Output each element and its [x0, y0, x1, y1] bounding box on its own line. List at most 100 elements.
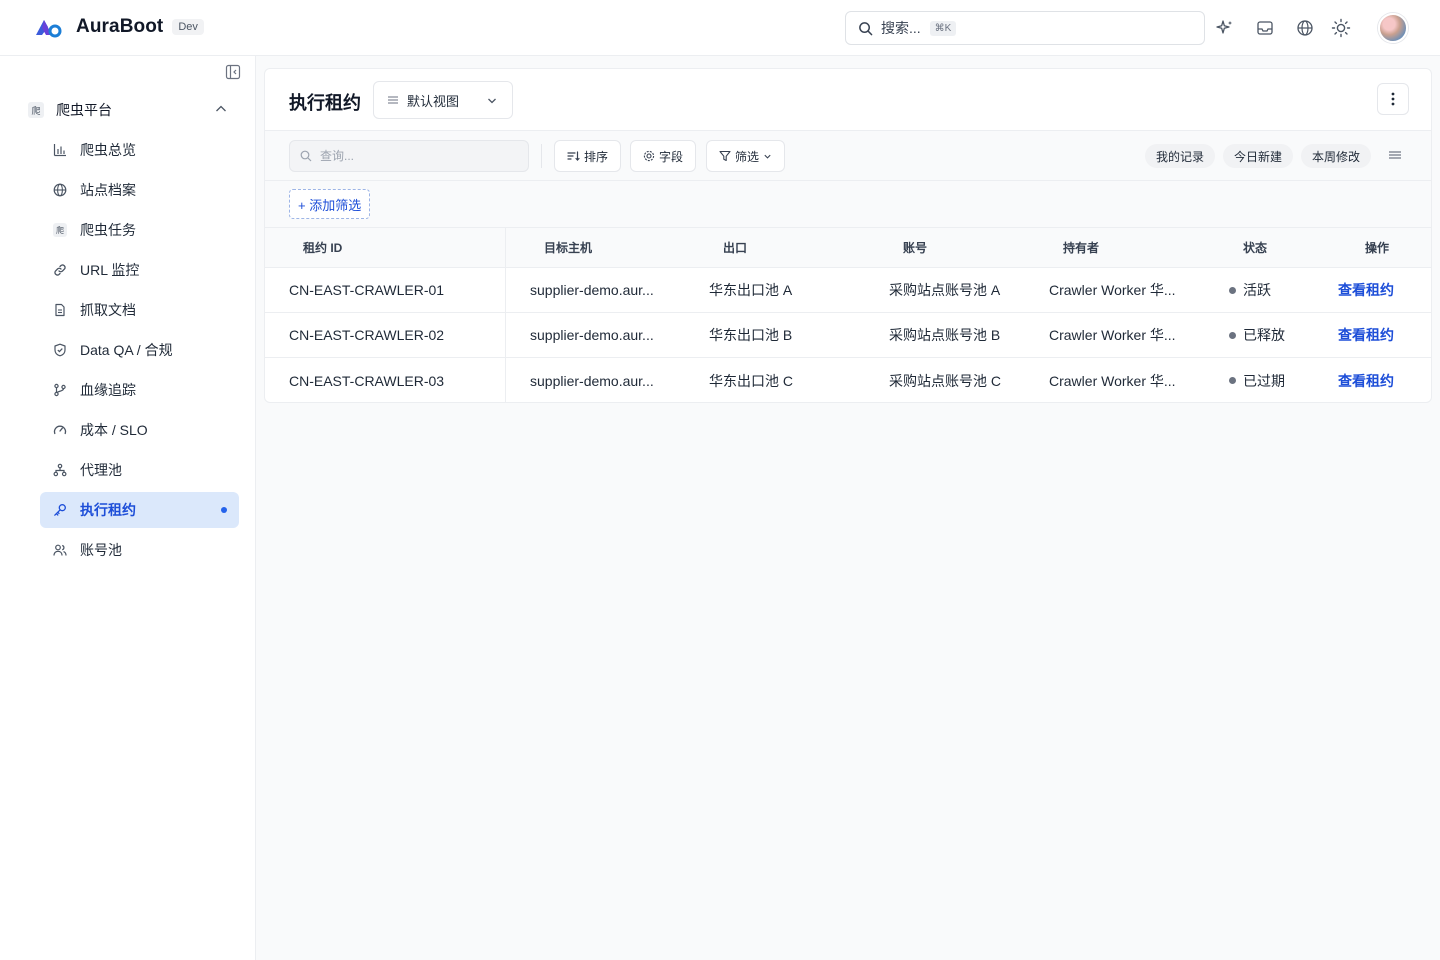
- sidebar-item-url-monitor[interactable]: URL 监控: [40, 252, 239, 288]
- filter-button[interactable]: 筛选: [706, 140, 786, 172]
- link-icon: [53, 263, 67, 277]
- lease-id-cell: CN-EAST-CRAWLER-02: [289, 327, 445, 343]
- table-row[interactable]: CN-EAST-CRAWLER-01 supplier-demo.aur... …: [265, 268, 1431, 313]
- gear-icon: [643, 150, 655, 162]
- crawler-badge-icon: 爬: [53, 223, 67, 237]
- sidebar-item-site-profiles[interactable]: 站点档案: [40, 172, 239, 208]
- filter-label: 筛选: [735, 149, 760, 164]
- sidebar-item-execution-leases[interactable]: 执行租约: [40, 492, 239, 528]
- view-lease-link[interactable]: 查看租约: [1338, 268, 1394, 312]
- ai-sparkle-button[interactable]: [1214, 17, 1236, 39]
- sidebar-item-label: 爬虫任务: [80, 222, 136, 238]
- column-divider: [505, 228, 506, 267]
- sidebar-item-label: 血缘追踪: [80, 382, 136, 398]
- view-selector[interactable]: 默认视图: [373, 81, 513, 119]
- document-icon: [53, 303, 67, 317]
- sort-button[interactable]: 排序: [554, 140, 622, 172]
- filter-icon: [719, 150, 731, 162]
- user-avatar[interactable]: [1378, 13, 1408, 43]
- sidebar-item-label: 执行租约: [80, 502, 136, 518]
- search-label: 搜索...: [881, 20, 921, 36]
- column-header-egress[interactable]: 出口: [723, 228, 747, 267]
- leases-table: 租约 ID 目标主机 出口 账号 持有者 状态 操作 CN-EAST-CRAWL…: [265, 228, 1431, 402]
- holder-cell: Crawler Worker 华...: [1049, 282, 1176, 298]
- globe-icon: [1297, 20, 1313, 36]
- status-label: 已过期: [1243, 372, 1285, 389]
- sidebar-item-lineage[interactable]: 血缘追踪: [40, 372, 239, 408]
- theme-toggle-button[interactable]: [1330, 17, 1352, 39]
- sidebar-item-label: 成本 / SLO: [80, 422, 148, 438]
- egress-cell: 华东出口池 A: [709, 282, 793, 298]
- sparkle-icon: [1216, 20, 1232, 34]
- git-branch-icon: [53, 383, 67, 397]
- lease-id-cell: CN-EAST-CRAWLER-01: [289, 282, 445, 298]
- list-icon: [388, 96, 398, 104]
- sidebar-collapse-button[interactable]: [225, 64, 241, 80]
- sidebar-item-cost-slo[interactable]: 成本 / SLO: [40, 412, 239, 448]
- sun-icon: [1331, 18, 1351, 38]
- sort-icon: [567, 151, 580, 161]
- filter-row: + 添加筛选: [265, 181, 1431, 228]
- language-button[interactable]: [1294, 17, 1316, 39]
- top-bar: AuraBoot Dev 搜索... ⌘K: [0, 0, 1440, 56]
- nav-list: 爬虫总览 站点档案 爬 爬虫任务 URL 监控 抓取文档 Data QA / 合…: [40, 132, 239, 572]
- sidebar-item-label: 站点档案: [80, 182, 136, 198]
- gauge-icon: [53, 423, 67, 437]
- toolbar-divider: [541, 144, 542, 168]
- view-lease-link[interactable]: 查看租约: [1338, 358, 1394, 402]
- sidebar-item-label: 爬虫总览: [80, 142, 136, 158]
- target-host-cell: supplier-demo.aur...: [530, 327, 654, 343]
- table-row[interactable]: CN-EAST-CRAWLER-02 supplier-demo.aur... …: [265, 313, 1431, 358]
- group-badge-icon: 爬: [28, 102, 44, 118]
- brand[interactable]: AuraBoot Dev: [34, 15, 204, 39]
- network-icon: [53, 463, 67, 477]
- column-header-lease-id[interactable]: 租约 ID: [303, 228, 342, 267]
- inbox-icon: [1257, 21, 1273, 35]
- sidebar-item-crawl-documents[interactable]: 抓取文档: [40, 292, 239, 328]
- inbox-button[interactable]: [1254, 17, 1276, 39]
- table-header-row: 租约 ID 目标主机 出口 账号 持有者 状态 操作: [265, 228, 1431, 268]
- search-icon: [300, 150, 312, 162]
- add-filter-button[interactable]: + 添加筛选: [289, 189, 371, 219]
- global-search[interactable]: 搜索... ⌘K: [845, 11, 1205, 45]
- sidebar-item-crawler-overview[interactable]: 爬虫总览: [40, 132, 239, 168]
- sidebar-item-label: 账号池: [80, 542, 122, 558]
- egress-cell: 华东出口池 C: [709, 372, 793, 389]
- column-header-target-host[interactable]: 目标主机: [544, 228, 592, 267]
- quick-filter-my-records[interactable]: 我的记录: [1145, 144, 1216, 168]
- more-actions-button[interactable]: [1377, 83, 1409, 115]
- menu-lines-icon: [1389, 151, 1401, 159]
- column-divider: [505, 358, 506, 402]
- view-lease-link[interactable]: 查看租约: [1338, 313, 1394, 357]
- column-header-account[interactable]: 账号: [903, 228, 927, 267]
- sidebar-item-proxy-pool[interactable]: 代理池: [40, 452, 239, 488]
- sidebar-item-label: 代理池: [80, 462, 122, 478]
- sidebar-item-crawler-tasks[interactable]: 爬 爬虫任务: [40, 212, 239, 248]
- leases-card: 执行租约 默认视图 排序 字段 筛选 我的记录 今日新建: [264, 68, 1432, 403]
- query-input[interactable]: [320, 149, 520, 163]
- key-icon: [53, 503, 67, 517]
- query-field[interactable]: [289, 140, 529, 172]
- sidebar-item-label: URL 监控: [80, 262, 140, 278]
- nav-group-crawler-platform[interactable]: 爬 爬虫平台: [28, 100, 228, 120]
- column-header-status[interactable]: 状态: [1243, 228, 1267, 267]
- sidebar-item-account-pool[interactable]: 账号池: [40, 532, 239, 568]
- sort-label: 排序: [584, 149, 609, 164]
- target-host-cell: supplier-demo.aur...: [530, 372, 654, 389]
- quick-filter-modified-this-week[interactable]: 本周修改: [1301, 144, 1372, 168]
- table-row[interactable]: CN-EAST-CRAWLER-03 supplier-demo.aur... …: [265, 358, 1431, 402]
- column-divider: [505, 313, 506, 357]
- fields-button[interactable]: 字段: [630, 140, 697, 172]
- fields-label: 字段: [659, 149, 684, 164]
- chevron-down-icon: [488, 98, 496, 104]
- column-header-holder[interactable]: 持有者: [1063, 228, 1099, 267]
- sidebar-item-data-qa[interactable]: Data QA / 合规: [40, 332, 239, 368]
- column-header-actions: 操作: [1365, 241, 1390, 255]
- holder-cell: Crawler Worker 华...: [1049, 372, 1176, 389]
- holder-cell: Crawler Worker 华...: [1049, 327, 1176, 343]
- table-toolbar: 排序 字段 筛选 我的记录 今日新建 本周修改: [265, 131, 1431, 181]
- quick-filter-created-today[interactable]: 今日新建: [1223, 144, 1294, 168]
- env-badge: Dev: [172, 19, 204, 35]
- density-menu-button[interactable]: [1387, 148, 1403, 165]
- active-indicator-dot: [221, 507, 227, 513]
